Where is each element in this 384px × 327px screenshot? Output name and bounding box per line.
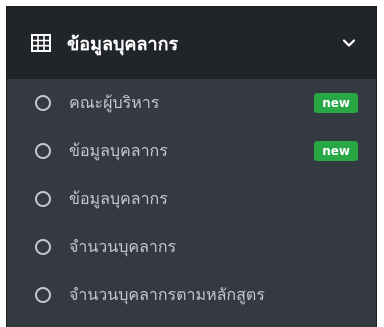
submenu-item-personnel-count[interactable]: จำนวนบุคลากร [7, 223, 376, 271]
circle-icon [35, 95, 51, 111]
menu-header-title: ข้อมูลบุคลากร [67, 33, 179, 55]
submenu-item-label: คณะผู้บริหาร [69, 92, 160, 112]
new-badge: new [314, 141, 358, 161]
circle-icon [35, 239, 51, 255]
submenu-item-executives[interactable]: คณะผู้บริหาร new [7, 79, 376, 127]
submenu-item-label: ข้อมูลบุคลากร [69, 188, 168, 208]
menu-header-personnel[interactable]: ข้อมูลบุคลากร [7, 7, 376, 79]
sidebar-panel: ข้อมูลบุคลากร คณะผู้บริหาร new ข้อมูลบุค… [6, 6, 377, 327]
circle-icon [35, 287, 51, 303]
submenu-item-label: ข้อมูลบุคลากร [69, 140, 168, 160]
table-icon [31, 34, 51, 52]
chevron-down-icon[interactable] [342, 38, 356, 48]
submenu-item-personnel-data-new[interactable]: ข้อมูลบุคลากร new [7, 127, 376, 175]
circle-icon [35, 143, 51, 159]
submenu-item-personnel-by-curriculum[interactable]: จำนวนบุคลากรตามหลักสูตร [7, 271, 376, 319]
submenu-item-label: จำนวนบุคลากรตามหลักสูตร [69, 284, 265, 304]
new-badge: new [314, 93, 358, 113]
submenu-item-label: จำนวนบุคลากร [69, 236, 177, 256]
circle-icon [35, 191, 51, 207]
submenu-item-personnel-data[interactable]: ข้อมูลบุคลากร [7, 175, 376, 223]
submenu-list: คณะผู้บริหาร new ข้อมูลบุคลากร new ข้อมู… [7, 79, 376, 319]
